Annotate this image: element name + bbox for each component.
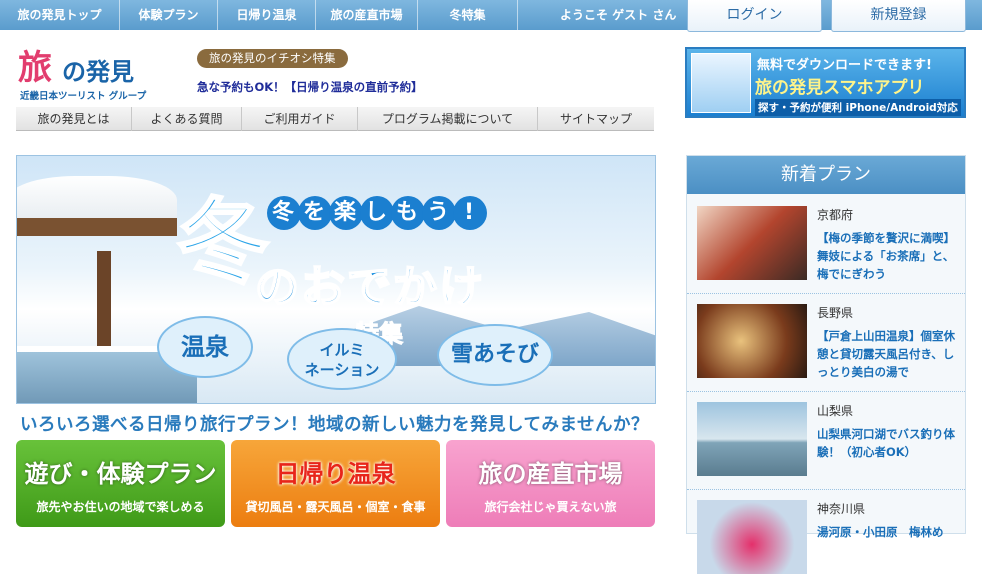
roof-post-illustration (97, 251, 111, 361)
plan-title[interactable]: 山梨県河口湖でバス釣り体験！（初心者OK） (817, 425, 957, 461)
app-download-banner[interactable]: 無料でダウンロードできます! 旅の発見スマホアプリ 探す・予約が便利 iPhon… (685, 47, 966, 118)
category-experience-button[interactable]: 遊び・体験プラン 旅先やお住いの地域で楽しめる (16, 440, 225, 527)
pickup-badge: 旅の発見のイチオシ特集 (197, 49, 348, 68)
app-banner-line3: 探す・予約が便利 iPhone/Android対応 (755, 99, 961, 116)
bubble-hot-spring: 温泉 (157, 316, 253, 378)
plan-prefecture: 京都府 (817, 208, 854, 222)
topnav-item-hot-spring[interactable]: 日帰り温泉 (218, 0, 316, 30)
login-button[interactable]: ログイン (687, 0, 822, 32)
plan-title[interactable]: 【梅の季節を贅沢に満喫】舞妓による「お茶席」と、梅でにぎわう (817, 229, 957, 283)
plan-thumbnail-image (697, 304, 807, 378)
register-button[interactable]: 新規登録 (831, 0, 966, 32)
phone-screenshot-image (691, 53, 751, 113)
plan-title[interactable]: 湯河原・小田原 梅林め (817, 523, 957, 541)
pickup-link[interactable]: 急な予約もOK！【日帰り温泉の直前予約】 (197, 79, 423, 95)
subnav-item-about[interactable]: 旅の発見とは (16, 107, 132, 131)
site-logo[interactable]: 旅 の発見 近畿日本ツーリスト グループ (18, 40, 158, 102)
subnav-item-listing[interactable]: プログラム掲載について (358, 107, 538, 131)
plan-item[interactable]: 京都府 【梅の季節を贅沢に満喫】舞妓による「お茶席」と、梅でにぎわう (687, 196, 965, 294)
bubble-snow-play: 雪あそび (437, 324, 553, 386)
logo-company: 近畿日本ツーリスト グループ (20, 91, 147, 102)
plan-prefecture: 長野県 (817, 306, 854, 320)
logo-text: の発見 (62, 58, 134, 86)
plan-thumbnail-image (697, 206, 807, 280)
sub-navigation: 旅の発見とは よくある質問 ご利用ガイド プログラム掲載について サイトマップ (16, 107, 654, 131)
app-banner-line1: 無料でダウンロードできます! (757, 58, 932, 73)
subnav-item-guide[interactable]: ご利用ガイド (242, 107, 358, 131)
tagline: いろいろ選べる日帰り旅行プラン！地域の新しい魅力を発見してみませんか？ (20, 415, 649, 435)
winter-feature-banner[interactable]: 冬を楽しもう! 冬 のおでかけ 特集 温泉 イルミ ネーション 雪あそび (16, 155, 656, 404)
new-plans-panel: 新着プラン 京都府 【梅の季節を贅沢に満喫】舞妓による「お茶席」と、梅でにぎわう… (686, 155, 966, 574)
hero-outing-text: のおでかけ (254, 261, 485, 314)
subnav-item-sitemap[interactable]: サイトマップ (538, 107, 654, 131)
category-hot-spring-button[interactable]: 日帰り温泉 貸切風呂・露天風呂・個室・食事 (231, 440, 440, 527)
welcome-message: ようこそ ゲスト さん (560, 8, 677, 22)
topnav-item-top[interactable]: 旅の発見トップ (0, 0, 120, 30)
subnav-item-faq[interactable]: よくある質問 (132, 107, 242, 131)
plan-prefecture: 神奈川県 (817, 502, 866, 516)
topnav-item-experience[interactable]: 体験プラン (120, 0, 218, 30)
hero-lets-enjoy-winter: 冬を楽しもう! (267, 196, 487, 230)
plan-item[interactable]: 長野県 【戸倉上山田温泉】個室休憩と貸切露天風呂付き、しっとり美白の湯で (687, 294, 965, 392)
category-market-button[interactable]: 旅の産直市場 旅行会社じゃ買えない旅 (446, 440, 655, 527)
snowy-roof-illustration (17, 176, 177, 236)
logo-mark: 旅 (18, 48, 52, 88)
plan-item[interactable]: 山梨県 山梨県河口湖でバス釣り体験！（初心者OK） (687, 392, 965, 490)
plan-item[interactable]: 神奈川県 湯河原・小田原 梅林め (687, 490, 965, 588)
new-plans-header: 新着プラン (687, 156, 965, 194)
plan-prefecture: 山梨県 (817, 404, 854, 418)
top-navigation: 旅の発見トップ 体験プラン 日帰り温泉 旅の産直市場 冬特集 (0, 0, 518, 30)
bubble-illumination: イルミ ネーション (287, 328, 397, 390)
topnav-item-market[interactable]: 旅の産直市場 (316, 0, 418, 30)
plan-thumbnail-image (697, 402, 807, 476)
plan-thumbnail-image (697, 500, 807, 574)
app-banner-title: 旅の発見スマホアプリ (755, 78, 925, 98)
plan-title[interactable]: 【戸倉上山田温泉】個室休憩と貸切露天風呂付き、しっとり美白の湯で (817, 327, 957, 381)
topnav-item-winter[interactable]: 冬特集 (418, 0, 518, 30)
